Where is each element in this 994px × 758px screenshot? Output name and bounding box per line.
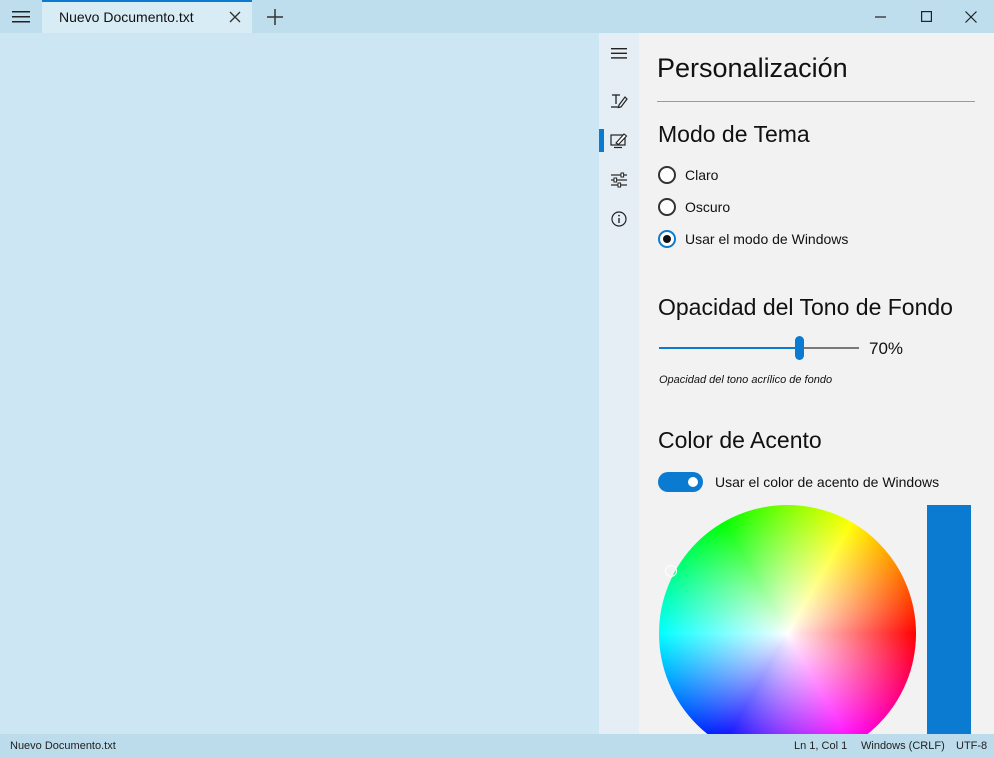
settings-panel: Personalización Modo de Tema Claro Oscur… — [639, 33, 994, 734]
opacity-caption: Opacidad del tono acrílico de fondo — [659, 374, 833, 386]
sliders-icon — [611, 172, 627, 188]
status-file-name[interactable]: Nuevo Documento.txt — [10, 740, 116, 752]
nav-about[interactable] — [599, 204, 639, 234]
status-cursor-position[interactable]: Ln 1, Col 1 — [794, 740, 847, 752]
slider-fill — [659, 347, 799, 349]
plus-icon — [267, 9, 283, 25]
opacity-slider[interactable] — [659, 336, 859, 360]
text-editor[interactable] — [0, 33, 599, 734]
accent-section-title: Color de Acento — [658, 427, 822, 453]
radio-label: Claro — [685, 167, 719, 183]
close-icon — [965, 10, 977, 23]
menu-button[interactable] — [0, 0, 42, 33]
hamburger-icon — [611, 47, 627, 59]
accent-toggle[interactable] — [658, 472, 703, 492]
theme-section-title: Modo de Tema — [658, 121, 810, 147]
tab-title: Nuevo Documento.txt — [59, 9, 194, 25]
info-icon — [611, 211, 627, 227]
radio-label: Usar el modo de Windows — [685, 231, 849, 247]
accent-color-preview — [927, 505, 971, 734]
divider — [657, 101, 975, 102]
radio-button[interactable] — [658, 198, 676, 216]
personalization-icon — [610, 133, 628, 149]
maximize-icon — [920, 11, 932, 22]
hamburger-icon — [12, 10, 30, 22]
toggle-knob — [688, 477, 698, 487]
status-bar: Nuevo Documento.txt Ln 1, Col 1 Windows … — [0, 734, 994, 758]
opacity-value: 70% — [869, 339, 904, 358]
nav-advanced[interactable] — [599, 165, 639, 195]
close-icon — [229, 11, 241, 23]
theme-option-dark[interactable]: Oscuro — [658, 196, 730, 218]
nav-text-editing[interactable] — [599, 86, 639, 116]
close-tab-button[interactable] — [226, 8, 244, 26]
slider-thumb[interactable] — [795, 336, 804, 360]
color-wheel[interactable] — [659, 505, 916, 734]
theme-option-light[interactable]: Claro — [658, 164, 718, 186]
add-tab-button[interactable] — [262, 4, 288, 30]
nav-menu-button[interactable] — [599, 38, 639, 68]
status-encoding[interactable]: UTF-8 — [956, 740, 987, 752]
radio-label: Oscuro — [685, 199, 731, 215]
color-wheel-selector[interactable] — [665, 565, 677, 577]
settings-nav — [599, 33, 639, 734]
document-tab[interactable]: Nuevo Documento.txt — [42, 0, 252, 33]
text-edit-icon — [611, 94, 628, 109]
minimize-icon — [874, 16, 886, 18]
accent-toggle-label: Usar el color de acento de Windows — [715, 474, 940, 490]
radio-button[interactable] — [658, 166, 676, 184]
minimize-button[interactable] — [857, 0, 903, 33]
theme-option-windows[interactable]: Usar el modo de Windows — [658, 228, 848, 250]
radio-button-selected[interactable] — [658, 230, 676, 248]
title-bar: Nuevo Documento.txt — [0, 0, 994, 33]
status-line-ending[interactable]: Windows (CRLF) — [861, 740, 945, 752]
opacity-section-title: Opacidad del Tono de Fondo — [658, 294, 953, 320]
page-title: Personalización — [657, 53, 848, 83]
close-window-button[interactable] — [948, 0, 994, 33]
nav-personalization[interactable] — [599, 126, 639, 156]
maximize-button[interactable] — [903, 0, 949, 33]
